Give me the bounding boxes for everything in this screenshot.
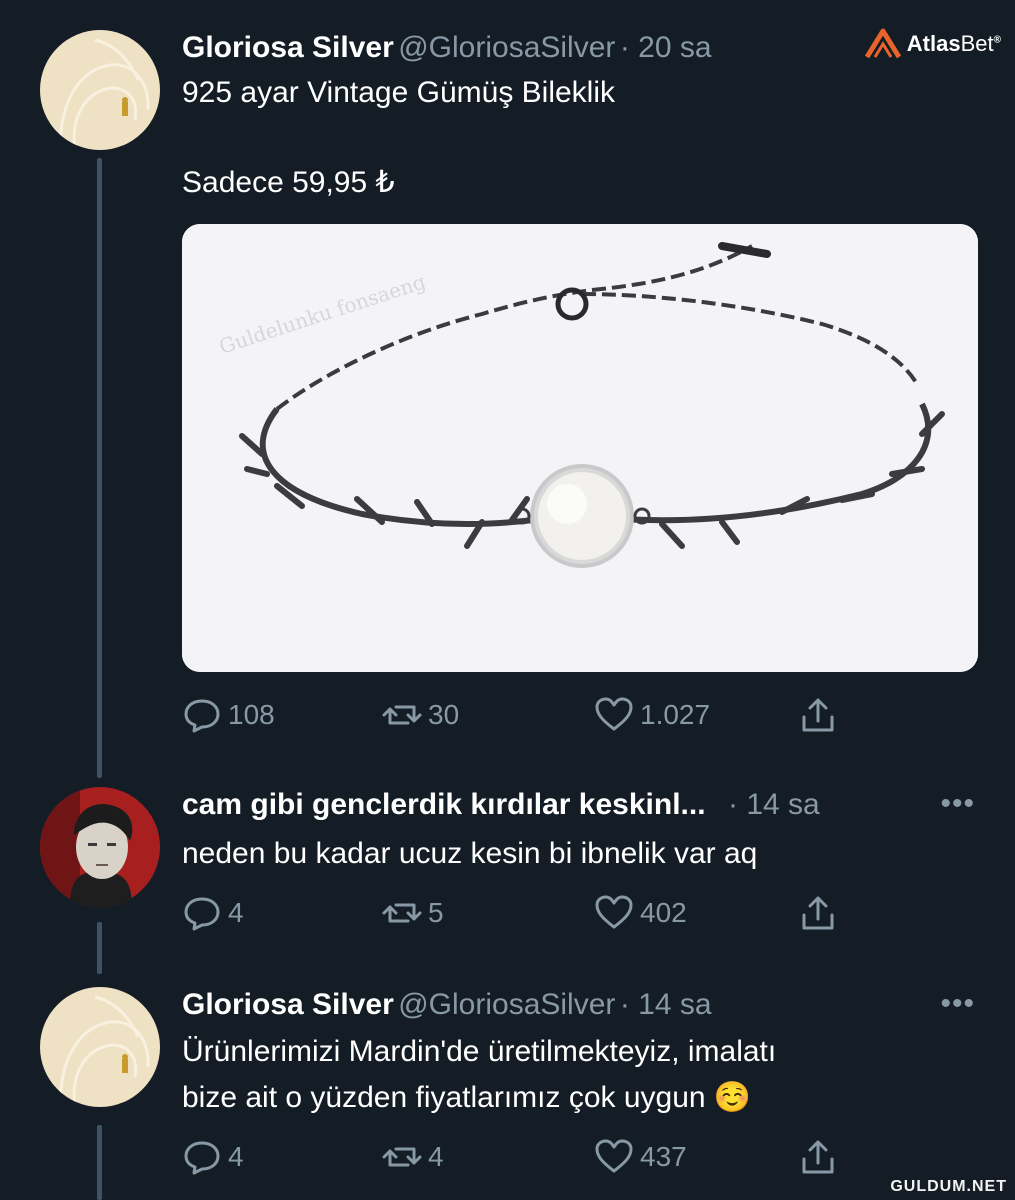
retweet-button[interactable]: 30 bbox=[382, 693, 459, 737]
share-icon bbox=[802, 1140, 834, 1174]
reply-icon bbox=[184, 897, 220, 931]
tweet-3[interactable]: Gloriosa Silver @GloriosaSilver · 14 sa … bbox=[0, 985, 1015, 1200]
share-button[interactable] bbox=[798, 693, 838, 737]
tweet-actions: 108 30 1.027 bbox=[182, 693, 862, 737]
tweet-text-line-1: 925 ayar Vintage Gümüş Bileklik bbox=[182, 76, 616, 109]
reply-icon bbox=[184, 699, 220, 733]
tweet-header: Gloriosa Silver @GloriosaSilver · 14 sa bbox=[182, 985, 712, 1025]
more-options-button[interactable]: ••• bbox=[940, 787, 975, 821]
tweet-text-line-3: Sadece 59,95 ₺ bbox=[182, 166, 395, 199]
site-watermark: GULDUM.NET bbox=[890, 1178, 1007, 1195]
share-icon bbox=[802, 698, 834, 732]
reply-icon bbox=[184, 1141, 220, 1175]
retweet-icon bbox=[382, 903, 422, 923]
tweet-actions: 4 5 402 bbox=[182, 891, 862, 935]
user-handle[interactable]: @GloriosaSilver bbox=[398, 31, 615, 64]
tweet-text-line-1: neden bu kadar ucuz kesin bi ibnelik var… bbox=[182, 837, 758, 870]
heart-icon bbox=[595, 1139, 633, 1173]
tweet-text-line-2: bize ait o yüzden fiyatlarımız çok uygun… bbox=[182, 1081, 752, 1114]
tweet-header: Gloriosa Silver @GloriosaSilver · 20 sa bbox=[182, 28, 712, 68]
retweet-icon bbox=[382, 1147, 422, 1167]
tweet-1[interactable]: Gloriosa Silver @GloriosaSilver · 20 sa … bbox=[0, 28, 1015, 748]
display-name[interactable]: Gloriosa Silver bbox=[182, 988, 394, 1021]
reply-button[interactable]: 108 bbox=[182, 693, 275, 737]
tweet-actions: 4 4 437 bbox=[182, 1135, 862, 1179]
user-handle[interactable]: @GloriosaSilver bbox=[398, 988, 615, 1021]
retweet-count: 4 bbox=[428, 1141, 444, 1172]
avatar[interactable] bbox=[40, 987, 160, 1107]
reply-button[interactable]: 4 bbox=[182, 1135, 244, 1179]
like-count: 1.027 bbox=[640, 699, 711, 730]
more-options-button[interactable]: ••• bbox=[940, 987, 975, 1021]
timestamp[interactable]: · 20 sa bbox=[620, 31, 712, 64]
like-button[interactable]: 1.027 bbox=[594, 693, 710, 737]
tweet-2[interactable]: cam gibi genclerdik kırdılar keskinl... … bbox=[0, 785, 1015, 945]
like-count: 402 bbox=[640, 897, 687, 928]
avatar[interactable] bbox=[40, 30, 160, 150]
heart-icon bbox=[595, 895, 633, 929]
reply-count: 4 bbox=[228, 1141, 244, 1172]
share-icon bbox=[802, 896, 834, 930]
timestamp[interactable]: · 14 sa bbox=[620, 988, 712, 1021]
avatar[interactable] bbox=[40, 787, 160, 907]
like-button[interactable]: 437 bbox=[594, 1135, 687, 1179]
like-count: 437 bbox=[640, 1141, 687, 1172]
share-button[interactable] bbox=[798, 891, 838, 935]
reply-button[interactable]: 4 bbox=[182, 891, 244, 935]
tweet-text-line-1: Ürünlerimizi Mardin'de üretilmekteyiz, i… bbox=[182, 1035, 777, 1068]
timestamp[interactable]: · 14 sa bbox=[728, 788, 820, 821]
share-button[interactable] bbox=[798, 1135, 838, 1179]
retweet-button[interactable]: 5 bbox=[382, 891, 444, 935]
display-name[interactable]: Gloriosa Silver bbox=[182, 31, 394, 64]
retweet-count: 30 bbox=[428, 699, 460, 730]
heart-icon bbox=[595, 697, 633, 731]
reply-count: 108 bbox=[228, 699, 275, 730]
retweet-count: 5 bbox=[428, 897, 444, 928]
retweet-icon bbox=[382, 705, 422, 725]
retweet-button[interactable]: 4 bbox=[382, 1135, 444, 1179]
display-name[interactable]: cam gibi genclerdik kırdılar keskinl... bbox=[182, 788, 706, 821]
tweet-header: cam gibi genclerdik kırdılar keskinl... … bbox=[182, 785, 820, 825]
tweet-image-bracelet[interactable]: Guldelunku fonsaeng bbox=[182, 224, 978, 672]
reply-count: 4 bbox=[228, 897, 244, 928]
like-button[interactable]: 402 bbox=[594, 891, 687, 935]
